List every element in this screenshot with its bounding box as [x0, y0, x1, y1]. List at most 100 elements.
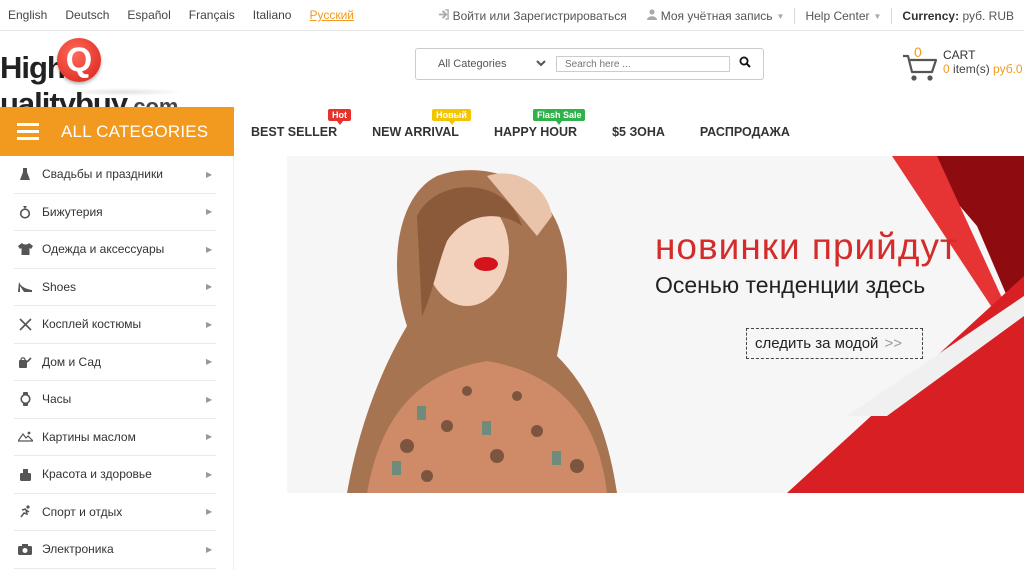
nav-best-seller[interactable]: Hot BEST SELLER	[251, 108, 351, 139]
lang-francais[interactable]: Français	[189, 8, 235, 22]
sidebar-item-label: Дом и Сад	[42, 354, 102, 369]
sidebar-item-shoes[interactable]: Shoes ▶	[14, 269, 216, 306]
sidebar-item-oil-paintings[interactable]: Картины маслом ▶	[14, 419, 216, 456]
landscape-icon	[16, 431, 34, 442]
chevron-right-icon: ▶	[206, 469, 213, 479]
sidebar-item-weddings[interactable]: Свадьбы и праздники ▶	[14, 156, 216, 194]
sidebar-item-label: Картины маслом	[42, 429, 136, 444]
nav-label: $5 ЗОНА	[612, 124, 665, 139]
cart-icon	[903, 54, 938, 81]
banner-headline: новинки прийдут	[655, 226, 958, 267]
cart-items-text: item(s)	[953, 62, 990, 76]
user-icon	[646, 9, 657, 23]
sidebar-item-label: Косплей костюмы	[42, 317, 142, 332]
sidebar-item-jewelry[interactable]: Бижутерия ▶	[14, 194, 216, 231]
lang-deutsch[interactable]: Deutsch	[65, 8, 109, 22]
search-bar: All Categories	[415, 48, 764, 80]
watering-can-icon	[16, 356, 34, 368]
cart-summary: 0 item(s) руб.0	[943, 62, 1023, 76]
logo-part-high: High	[0, 50, 66, 85]
runner-icon	[16, 505, 34, 518]
sidebar-item-sports[interactable]: Спорт и отдых ▶	[14, 494, 216, 531]
cart-items-count: 0	[943, 62, 950, 76]
banner-artwork	[287, 156, 1024, 493]
lang-espanol[interactable]: Español	[127, 8, 170, 22]
camera-icon	[16, 543, 34, 555]
chevron-right-icon: ▶	[206, 507, 213, 517]
nav-label: HAPPY HOUR	[493, 124, 578, 139]
lang-russian[interactable]: Русский	[309, 8, 354, 22]
site-logo[interactable]: Highualitybuy.com Q	[0, 38, 285, 121]
sidebar-item-label: Красота и здоровье	[42, 467, 152, 482]
sidebar-item-label: Бижутерия	[42, 204, 103, 219]
sidebar-item-label: Электроника	[42, 542, 114, 557]
sidebar-item-cosplay[interactable]: Косплей костюмы ▶	[14, 306, 216, 344]
chevron-right-icon: ▶	[206, 169, 213, 179]
chevron-right-icon: ▶	[206, 207, 213, 217]
double-chevron-icon: >>	[884, 335, 902, 352]
sidebar-item-label: Спорт и отдых	[42, 504, 123, 519]
sidebar-item-label: Часы	[42, 392, 72, 407]
search-category-label: All Categories	[438, 58, 507, 70]
nav-sale[interactable]: РАСПРОДАЖА	[700, 125, 790, 139]
dress-icon	[16, 167, 34, 181]
help-center-menu[interactable]: Help Center ▼	[795, 9, 891, 23]
nav-happy-hour[interactable]: Flash Sale HAPPY HOUR	[493, 108, 586, 139]
caret-down-icon: ▼	[776, 11, 785, 21]
my-account-label: Моя учётная запись	[660, 9, 773, 23]
hero-banner[interactable]: новинки прийдут Осенью тенденции здесь с…	[287, 156, 1024, 493]
banner-cta-button[interactable]: следить за модой >>	[746, 328, 923, 359]
cart-label: CART	[943, 48, 976, 62]
main-nav: Hot BEST SELLER Новый NEW ARRIVAL Flash …	[234, 107, 790, 156]
currency-label: Currency:	[902, 9, 960, 23]
cart-widget[interactable]: 0 CART 0 item(s) руб.0	[898, 42, 1024, 86]
chevron-right-icon: ▶	[206, 432, 213, 442]
my-account-menu[interactable]: Моя учётная запись ▼	[637, 9, 795, 23]
all-categories-label: ALL CATEGORIES	[61, 121, 209, 141]
nav-label: BEST SELLER	[251, 124, 338, 139]
ring-icon	[16, 205, 34, 219]
top-bar: English Deutsch Español Français Italian…	[0, 0, 1024, 31]
lang-italiano[interactable]: Italiano	[253, 8, 292, 22]
banner-subline: Осенью тенденции здесь	[655, 272, 926, 298]
lang-english[interactable]: English	[8, 8, 47, 22]
sidebar-item-home-garden[interactable]: Дом и Сад ▶	[14, 344, 216, 381]
sidebar-item-electronics[interactable]: Электроника ▶	[14, 531, 216, 569]
help-center-label: Help Center	[805, 9, 870, 23]
tshirt-icon	[16, 243, 34, 256]
search-icon	[739, 56, 751, 68]
sidebar-item-label: Одежда и аксессуары	[42, 242, 165, 257]
cart-total: руб.0	[993, 62, 1023, 76]
login-icon	[438, 9, 449, 23]
search-button[interactable]	[730, 55, 760, 73]
nav-label: NEW ARRIVAL	[372, 124, 459, 139]
currency-selector[interactable]: Currency: руб. RUB	[892, 9, 1024, 23]
sidebar-item-watches[interactable]: Часы ▶	[14, 381, 216, 419]
chevron-down-icon	[536, 59, 546, 70]
all-categories-button[interactable]: ALL CATEGORIES	[0, 107, 234, 156]
chevron-right-icon: ▶	[206, 544, 213, 554]
nav-new-arrival[interactable]: Новый NEW ARRIVAL	[372, 108, 471, 139]
login-label: Войти или Зарегистрироваться	[452, 9, 627, 23]
chevron-right-icon: ▶	[206, 319, 213, 329]
crossed-swords-icon	[16, 318, 34, 331]
account-bar: Войти или Зарегистрироваться Моя учётная…	[428, 8, 1024, 24]
search-category-select[interactable]: All Categories	[416, 58, 556, 70]
sidebar-item-beauty[interactable]: Красота и здоровье ▶	[14, 456, 216, 494]
cosmetics-icon	[16, 468, 34, 481]
new-badge: Новый	[432, 108, 471, 125]
watch-icon	[16, 392, 34, 407]
caret-down-icon: ▼	[873, 11, 882, 21]
chevron-right-icon: ▶	[206, 244, 213, 254]
nav-label: РАСПРОДАЖА	[699, 124, 790, 139]
nav-5-zone[interactable]: $5 ЗОНА	[612, 125, 665, 139]
sidebar-item-label: Shoes	[42, 279, 77, 294]
chevron-right-icon: ▶	[206, 282, 213, 292]
hot-badge: Hot	[328, 108, 351, 125]
banner-cta-label: следить за модой	[755, 335, 879, 352]
search-input[interactable]	[556, 56, 730, 72]
sidebar-item-label: Свадьбы и праздники	[42, 167, 163, 182]
hamburger-icon	[17, 119, 39, 144]
login-link[interactable]: Войти или Зарегистрироваться	[428, 9, 637, 23]
sidebar-item-clothing[interactable]: Одежда и аксессуары ▶	[14, 231, 216, 269]
